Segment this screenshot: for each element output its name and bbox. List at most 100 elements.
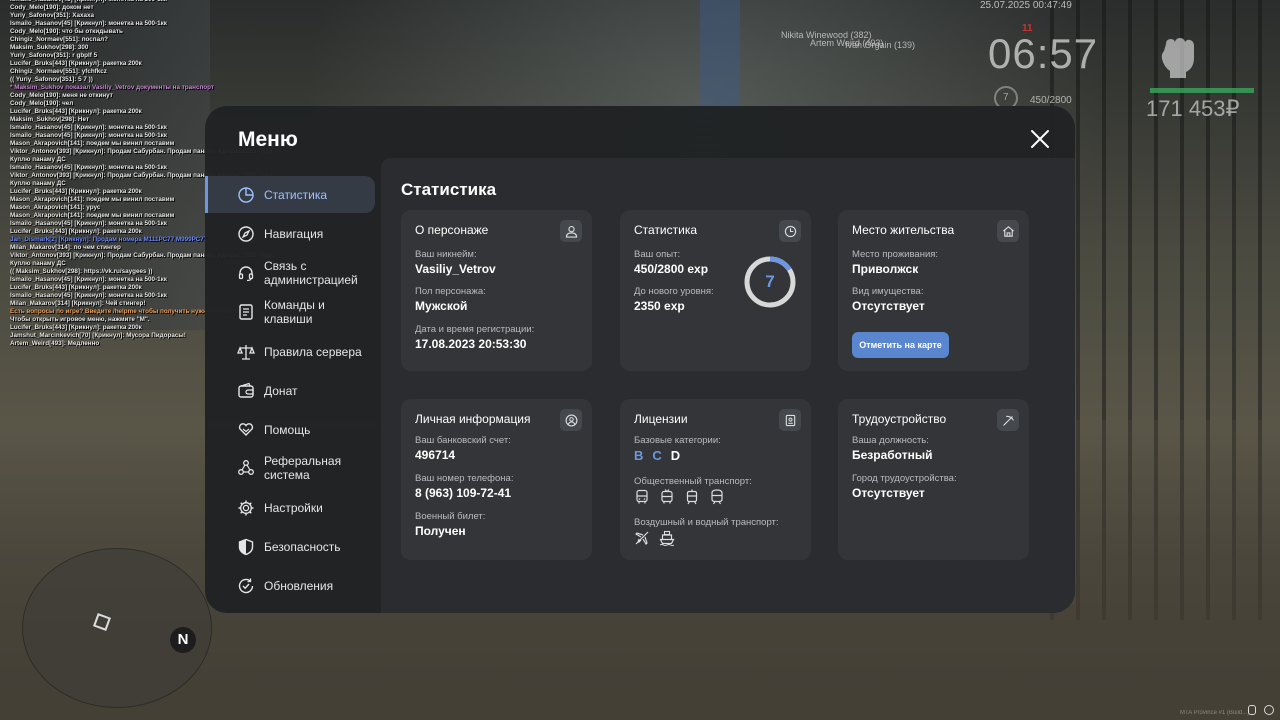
gender-value: Мужской (415, 299, 468, 313)
user-icon (560, 220, 582, 242)
license-category: D (670, 448, 681, 463)
referral-icon (238, 459, 254, 475)
mark-on-map-button[interactable]: Отметить на карте (852, 332, 949, 358)
card-title: Лицензии (634, 412, 688, 426)
position-value: Безработный (852, 448, 933, 462)
bus-icon (636, 489, 648, 504)
sidebar-item[interactable]: Команды и клавиши (205, 293, 375, 330)
chat-line: Chingiz_Normaev[551]: yfchfkcz (10, 68, 107, 75)
sidebar-item-label: Навигация (264, 226, 324, 241)
card-personal: Личная информация Ваш банковский счет: 4… (401, 399, 592, 560)
sidebar-item-label: Безопасность (264, 539, 341, 554)
chat-line: Lucifer_Bruks[443] [Крикнул]: ракетка 20… (10, 60, 142, 67)
airplane-icon (635, 531, 649, 545)
menu-title: Меню (238, 128, 298, 151)
hud-exp: 450/2800 (1030, 95, 1072, 106)
card-title: Трудоустройство (852, 412, 947, 426)
sidebar-item-label: Связь с администрацией (264, 258, 358, 287)
hud-datetime: 25.07.2025 00:47:49 (980, 0, 1072, 11)
field-label: Базовые категории: (634, 435, 721, 446)
hud-clock: 06:57 (988, 30, 1099, 77)
field-label: Ваша должность: (852, 435, 929, 446)
sidebar-item-label: Помощь (264, 422, 311, 437)
chat-line: Cody_Melo[190]: что бы откидывать (10, 28, 123, 35)
headset-icon (238, 265, 254, 281)
ship-icon (659, 530, 675, 546)
chat-line: Maksim_Sukhov[298]: 300 (10, 44, 89, 51)
shield-icon (238, 538, 254, 555)
sidebar-item-label: Правила сервера (264, 344, 362, 359)
chat-line: Chingiz_Normaev[551]: поспал? (10, 36, 108, 43)
sidebar-item-label: Обновления (264, 578, 334, 593)
field-label: Ваш опыт: (634, 249, 681, 260)
field-label: Дата и время регистрации: (415, 324, 535, 335)
field-label: Вид имущества: (852, 286, 924, 297)
bank-account-value: 496714 (415, 448, 456, 462)
content-title: Статистика (401, 180, 497, 199)
server-info: MTA Province #1 (Build...) (1180, 710, 1250, 716)
license-category: B (634, 448, 644, 463)
card-title: Место жительства (852, 223, 955, 237)
metro-train-icon (711, 489, 723, 505)
next-level-value: 2350 exp (634, 299, 685, 313)
license-category: C (652, 448, 662, 463)
sidebar-item-label: Реферальная система (264, 453, 342, 482)
microphone-icon (1248, 705, 1256, 715)
card-title: Личная информация (415, 412, 531, 426)
user-circle-icon (560, 409, 582, 431)
sidebar-item[interactable]: Связь с администрацией (205, 254, 375, 291)
sidebar-item[interactable]: Статистика (205, 176, 375, 213)
sidebar-item[interactable]: Донат (205, 372, 375, 409)
chat-line: Cody_Melo[190]: меня не откинут (10, 92, 113, 99)
field-label: Пол персонажа: (415, 286, 486, 297)
field-label: Воздушный и водный транспорт: (634, 517, 779, 528)
property-value: Отсутствует (852, 299, 925, 313)
wallet-icon (238, 382, 254, 398)
house-icon (997, 220, 1019, 242)
compass-north-icon: N (170, 627, 196, 653)
sidebar-item-label: Донат (264, 383, 298, 398)
clock-icon (779, 220, 801, 242)
air-water-transport-icons (634, 530, 675, 546)
field-label: Общественный транспорт: (634, 476, 752, 487)
voice-ring-icon (1264, 705, 1274, 715)
phone-value: 8 (963) 109-72-41 (415, 486, 512, 500)
nickname-value: Vasiliy_Vetrov (415, 262, 496, 276)
pie-chart-icon (238, 186, 254, 203)
sidebar-item[interactable]: Правила сервера (205, 333, 375, 370)
chat-line: Yuriy_Safonov[351]: Хахаха (10, 12, 94, 19)
field-label: Город трудоустройства: (852, 473, 957, 484)
sidebar-item-label: Настройки (264, 500, 323, 515)
chat-line: Cody_Melo[190]: доком нет (10, 4, 94, 11)
sidebar-item[interactable]: Настройки (205, 489, 375, 526)
card-residence: Место жительства Место проживания: Приво… (838, 210, 1029, 371)
sidebar-item[interactable]: Безопасность (205, 528, 375, 565)
update-check-icon (238, 578, 254, 593)
fist-weapon-icon (1161, 38, 1194, 78)
game-menu-window: Меню Статистика Навигация Связь с админист… (205, 106, 1075, 613)
health-bar (1150, 88, 1254, 93)
military-id-value: Получен (415, 524, 466, 538)
level-number: 7 (765, 272, 775, 291)
sidebar-item-label: Команды и клавиши (264, 297, 325, 326)
license-categories: BCD (634, 448, 680, 463)
nearby-player-name: Ivan Orgain (139) (845, 40, 916, 50)
chat-line: * Maksim_Sukhov показал Vasiliy_Vetrov д… (10, 84, 214, 91)
registration-value: 17.08.2023 20:53:30 (415, 337, 527, 351)
card-stats: Статистика Ваш опыт: 450/2800 exp До нов… (620, 210, 811, 371)
field-label: Военный билет: (415, 511, 486, 522)
close-icon[interactable] (1028, 127, 1052, 151)
sidebar-item[interactable]: Навигация (205, 215, 375, 252)
trolleybus-icon (661, 489, 673, 504)
stats-content-panel: Статистика О персонаже Ваш никнейм: Vasi… (381, 158, 1075, 613)
sidebar-item[interactable]: Помощь (205, 411, 375, 448)
sidebar-item[interactable]: Реферальная система (205, 449, 375, 486)
field-label: Ваш никнейм: (415, 249, 477, 260)
card-employment: Трудоустройство Ваша должность: Безработ… (838, 399, 1029, 560)
scales-icon (237, 344, 255, 360)
field-label: Ваш номер телефона: (415, 473, 514, 484)
sidebar-item[interactable]: Обновления (205, 567, 375, 604)
heart-hands-icon (238, 422, 254, 436)
card-title: Статистика (634, 223, 698, 237)
gear-icon (238, 500, 254, 515)
